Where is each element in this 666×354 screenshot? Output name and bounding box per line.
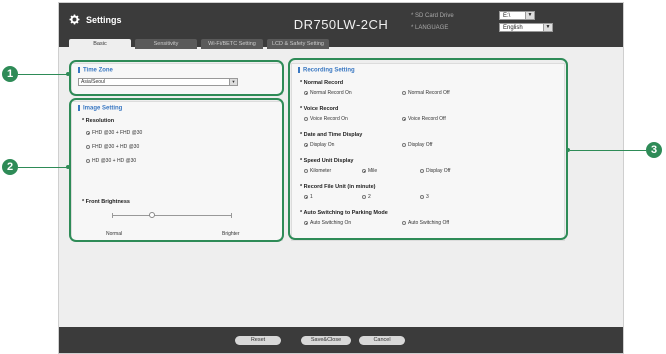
sd-card-label: * SD Card Drive [411, 13, 454, 19]
callout-highlight-1 [69, 60, 284, 96]
callout-line-2 [18, 167, 68, 168]
tab-sensitivity[interactable]: Sensitivity [135, 39, 197, 49]
callout-dot-2 [66, 165, 70, 169]
language-value: English [503, 25, 523, 31]
header-bar: Settings DR750LW-2CH * SD Card Drive E:\… [59, 3, 623, 49]
callout-dot-1 [66, 72, 70, 76]
tab-wifi-setting[interactable]: Wi-Fi/BETC Setting [201, 39, 263, 49]
callout-highlight-3 [288, 58, 568, 240]
sd-card-value: E:\ [503, 13, 511, 19]
cancel-button[interactable]: Cancel [359, 336, 405, 345]
sd-card-select[interactable]: E:\ ▼ [499, 11, 535, 20]
callout-badge-1: 1 [2, 66, 18, 82]
tab-bar: Basic Sensitivity Wi-Fi/BETC Setting LCD… [69, 39, 329, 49]
callout-dot-3 [566, 148, 570, 152]
language-select[interactable]: English ▼ [499, 23, 553, 32]
chevron-down-icon: ▼ [525, 12, 534, 19]
chevron-down-icon: ▼ [543, 24, 552, 31]
callout-badge-3: 3 [646, 142, 662, 158]
save-close-button[interactable]: Save&Close [301, 336, 351, 345]
callout-badge-2: 2 [2, 159, 18, 175]
callout-line-3 [570, 150, 646, 151]
reset-button[interactable]: Reset [235, 336, 281, 345]
tab-basic[interactable]: Basic [69, 39, 131, 49]
callout-line-1 [18, 74, 68, 75]
tab-lcd-safety[interactable]: LCD & Safety Setting [267, 39, 329, 49]
language-label: * LANGUAGE [411, 25, 449, 31]
footer-bar: Reset Save&Close Cancel [59, 327, 623, 353]
callout-highlight-2 [69, 98, 284, 242]
